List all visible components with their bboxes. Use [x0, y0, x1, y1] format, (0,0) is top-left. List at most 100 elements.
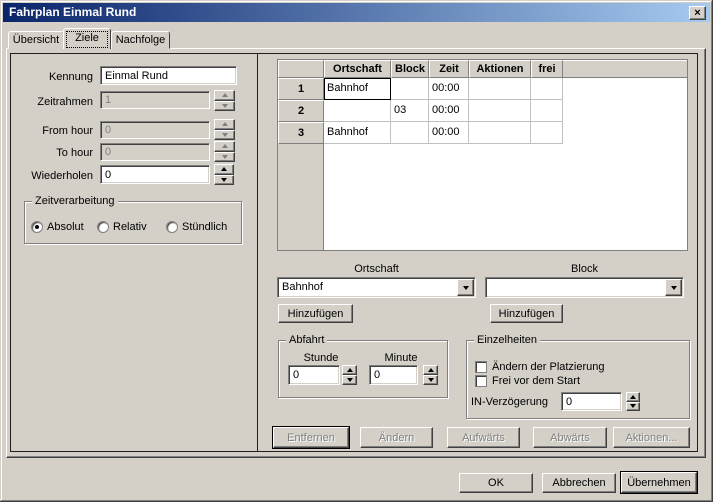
checkbox-frei-vor-dem-start[interactable]: [475, 375, 487, 387]
close-button[interactable]: ×: [689, 6, 706, 20]
spin-up-icon[interactable]: [626, 392, 640, 402]
stunde-spinner[interactable]: [342, 365, 357, 385]
spin-up-icon: [214, 119, 235, 130]
row-header[interactable]: 1: [278, 78, 324, 100]
column-header-frei: frei: [531, 60, 563, 78]
radio-relativ-label: Relativ: [113, 221, 147, 233]
hinzufuegen-block-button[interactable]: Hinzufügen: [490, 304, 563, 323]
row-header[interactable]: 2: [278, 100, 324, 122]
wiederholen-spinner[interactable]: [214, 164, 234, 185]
aendern-button: Ändern: [360, 427, 433, 448]
close-icon: ×: [694, 7, 700, 19]
chevron-down-icon: [463, 286, 469, 290]
dialog-window: Fahrplan Einmal Rund × Übersicht Ziele N…: [0, 0, 713, 502]
table-cell-aktionen[interactable]: [469, 78, 531, 100]
hinzufuegen-ortschaft-button[interactable]: Hinzufügen: [278, 304, 353, 323]
zeitverarbeitung-title: Zeitverarbeitung: [32, 195, 118, 207]
tab-ziele[interactable]: Ziele: [63, 28, 111, 49]
tab-nachfolge[interactable]: Nachfolge: [111, 31, 170, 49]
minute-input[interactable]: [369, 365, 418, 385]
abbrechen-button[interactable]: Abbrechen: [542, 473, 616, 493]
table-cell-aktionen[interactable]: [469, 100, 531, 122]
ortschaft-combo-value: Bahnhof: [282, 281, 323, 293]
aktionen-button: Aktionen...: [613, 427, 690, 448]
wiederholen-input[interactable]: [100, 165, 210, 184]
block-combo-label: Block: [485, 263, 684, 275]
table-cell-ortschaft[interactable]: Bahnhof: [324, 122, 391, 144]
from-hour-label: From hour: [20, 125, 93, 137]
spin-down-icon[interactable]: [214, 175, 234, 186]
spin-up-icon[interactable]: [214, 164, 234, 175]
chevron-down-icon: [671, 286, 677, 290]
column-header-zeit: Zeit: [429, 60, 469, 78]
row-header[interactable]: 3: [278, 122, 324, 144]
spin-down-icon: [214, 152, 235, 163]
zeitrahmen-spinner: [214, 90, 235, 111]
column-header-aktionen: Aktionen: [469, 60, 531, 78]
abwaerts-button: Abwärts: [533, 427, 607, 448]
in-verzoegerung-input[interactable]: [561, 392, 622, 411]
table-cell-zeit[interactable]: 00:00: [429, 78, 469, 100]
table-cell-zeit[interactable]: 00:00: [429, 100, 469, 122]
spin-down-icon[interactable]: [626, 402, 640, 412]
table-cell-zeit[interactable]: 00:00: [429, 122, 469, 144]
block-combo[interactable]: [485, 277, 684, 298]
in-verzoegerung-label: IN-Verzögerung: [471, 396, 548, 408]
radio-absolut-label: Absolut: [47, 221, 84, 233]
table-cell-block[interactable]: [391, 122, 429, 144]
minute-label: Minute: [366, 352, 436, 364]
spin-down-icon: [214, 130, 235, 141]
zeitrahmen-input: [100, 91, 210, 109]
to-hour-label: To hour: [20, 147, 93, 159]
checkbox-aendern-der-platzierung-label: Ändern der Platzierung: [492, 361, 605, 373]
zeitrahmen-label: Zeitrahmen: [20, 96, 93, 108]
stunde-label: Stunde: [286, 352, 356, 364]
title-bar: Fahrplan Einmal Rund: [3, 3, 710, 22]
window-title: Fahrplan Einmal Rund: [9, 5, 136, 19]
column-header-corner: [278, 60, 324, 78]
checkbox-frei-vor-dem-start-label: Frei vor dem Start: [492, 375, 580, 387]
table-cell-ortschaft[interactable]: [324, 100, 391, 122]
table-cell-ortschaft[interactable]: Bahnhof: [324, 78, 391, 100]
spin-down-icon: [214, 101, 235, 112]
stunde-input[interactable]: [288, 365, 340, 385]
spin-up-icon[interactable]: [423, 365, 438, 375]
from-hour-spinner: [214, 119, 235, 140]
pane-divider: [257, 54, 258, 451]
radio-relativ[interactable]: [97, 221, 109, 233]
einzelheiten-title: Einzelheiten: [474, 334, 540, 346]
ortschaft-combo-dropdown-button[interactable]: [457, 279, 474, 296]
ok-button[interactable]: OK: [459, 473, 533, 493]
abfahrt-title: Abfahrt: [286, 334, 327, 346]
to-hour-input: [100, 143, 210, 161]
kennung-input[interactable]: [100, 66, 237, 85]
spin-up-icon: [214, 90, 235, 101]
minute-spinner[interactable]: [423, 365, 438, 385]
spin-down-icon[interactable]: [423, 375, 438, 385]
ortschaft-combo[interactable]: Bahnhof: [277, 277, 476, 298]
table-cell-block[interactable]: 03: [391, 100, 429, 122]
table-cell-frei[interactable]: [531, 100, 563, 122]
spin-down-icon[interactable]: [342, 375, 357, 385]
table-cell-frei[interactable]: [531, 78, 563, 100]
in-verzoegerung-spinner[interactable]: [626, 392, 640, 411]
tab-uebersicht[interactable]: Übersicht: [8, 31, 64, 49]
kennung-label: Kennung: [20, 71, 93, 83]
block-combo-dropdown-button[interactable]: [665, 279, 682, 296]
uebernehmen-button[interactable]: Übernehmen: [621, 472, 697, 493]
ortschaft-combo-label: Ortschaft: [277, 263, 476, 275]
destinations-table: Ortschaft Block Zeit Aktionen frei 1 Bah…: [277, 59, 688, 251]
table-cell-aktionen[interactable]: [469, 122, 531, 144]
radio-stuendlich[interactable]: [166, 221, 178, 233]
entfernen-button: Entfernen: [273, 427, 349, 448]
to-hour-spinner: [214, 141, 235, 162]
spin-up-icon: [214, 141, 235, 152]
table-cell-block[interactable]: [391, 78, 429, 100]
tab-ziele-label: Ziele: [75, 32, 99, 44]
table-cell-frei[interactable]: [531, 122, 563, 144]
from-hour-input: [100, 121, 210, 139]
radio-absolut[interactable]: [31, 221, 43, 233]
spin-up-icon[interactable]: [342, 365, 357, 375]
checkbox-aendern-der-platzierung[interactable]: [475, 361, 487, 373]
wiederholen-label: Wiederholen: [20, 170, 93, 182]
